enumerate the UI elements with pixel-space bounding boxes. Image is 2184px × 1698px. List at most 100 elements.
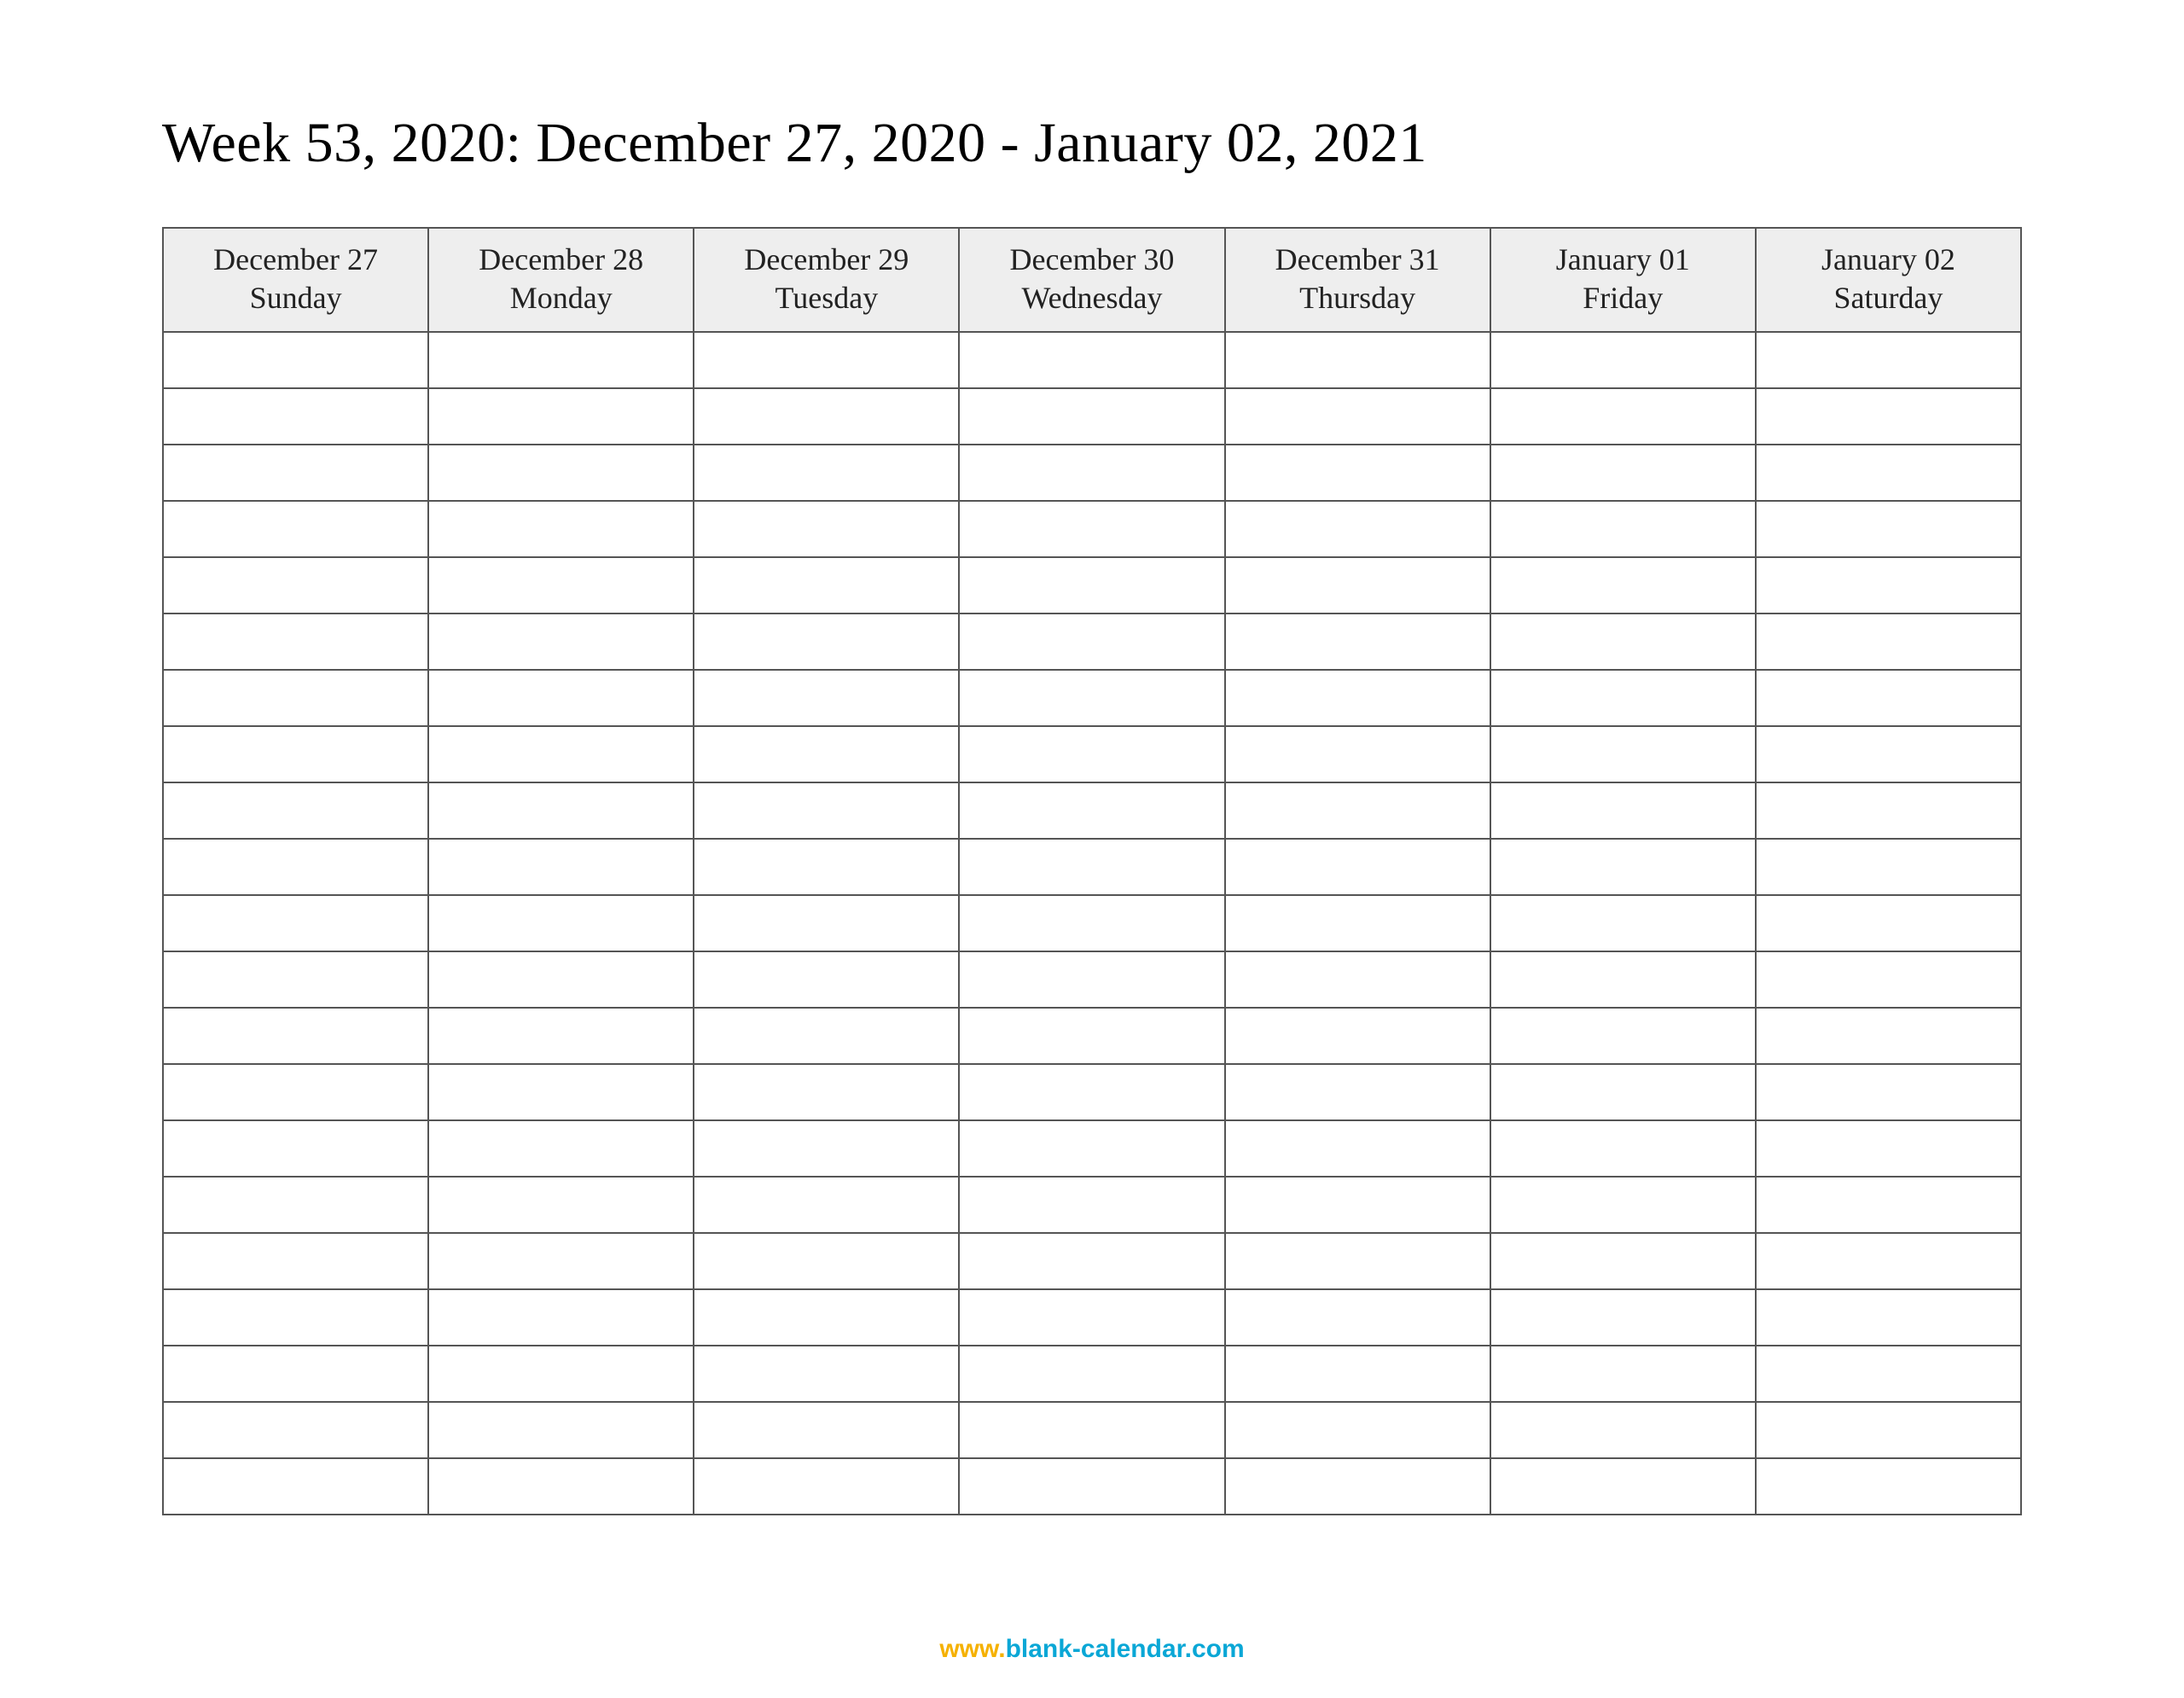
empty-cell xyxy=(1756,782,2021,839)
empty-cell xyxy=(1756,670,2021,726)
empty-cell xyxy=(1490,839,1756,895)
page-title: Week 53, 2020: December 27, 2020 - Janua… xyxy=(162,111,2022,176)
empty-cell xyxy=(694,1064,959,1120)
empty-cell xyxy=(163,388,428,445)
col-header-4: December 31 Thursday xyxy=(1225,228,1490,332)
empty-cell xyxy=(1225,1458,1490,1515)
empty-cell xyxy=(163,839,428,895)
table-row xyxy=(163,501,2021,557)
empty-cell xyxy=(163,1346,428,1402)
table-row xyxy=(163,782,2021,839)
empty-cell xyxy=(1225,501,1490,557)
empty-cell xyxy=(694,951,959,1008)
empty-cell xyxy=(959,1346,1224,1402)
empty-cell xyxy=(163,1120,428,1177)
empty-cell xyxy=(428,1008,694,1064)
empty-cell xyxy=(428,1120,694,1177)
footer-link[interactable]: www.blank-calendar.com xyxy=(162,1635,2022,1664)
empty-cell xyxy=(1756,1289,2021,1346)
empty-cell xyxy=(1225,1289,1490,1346)
empty-cell xyxy=(428,1177,694,1233)
col-header-5: January 01 Friday xyxy=(1490,228,1756,332)
table-row xyxy=(163,895,2021,951)
empty-cell xyxy=(1225,613,1490,670)
empty-cell xyxy=(163,670,428,726)
col-header-date: January 02 xyxy=(1757,241,2020,279)
empty-cell xyxy=(163,1458,428,1515)
empty-cell xyxy=(163,445,428,501)
col-header-date: December 29 xyxy=(694,241,958,279)
empty-cell xyxy=(959,1177,1224,1233)
col-header-1: December 28 Monday xyxy=(428,228,694,332)
empty-cell xyxy=(959,1064,1224,1120)
empty-cell xyxy=(694,782,959,839)
empty-cell xyxy=(163,1233,428,1289)
empty-cell xyxy=(959,332,1224,388)
empty-cell xyxy=(1225,1008,1490,1064)
empty-cell xyxy=(959,501,1224,557)
empty-cell xyxy=(163,895,428,951)
empty-cell xyxy=(694,1177,959,1233)
table-row xyxy=(163,670,2021,726)
empty-cell xyxy=(1490,1120,1756,1177)
empty-cell xyxy=(1756,1402,2021,1458)
empty-cell xyxy=(428,557,694,613)
empty-cell xyxy=(1490,1289,1756,1346)
empty-cell xyxy=(959,388,1224,445)
empty-cell xyxy=(1756,501,2021,557)
table-row xyxy=(163,1233,2021,1289)
empty-cell xyxy=(694,1458,959,1515)
empty-cell xyxy=(1225,388,1490,445)
table-row xyxy=(163,1346,2021,1402)
empty-cell xyxy=(694,1346,959,1402)
empty-cell xyxy=(1490,388,1756,445)
empty-cell xyxy=(1490,1458,1756,1515)
empty-cell xyxy=(163,782,428,839)
empty-cell xyxy=(694,332,959,388)
table-row xyxy=(163,951,2021,1008)
empty-cell xyxy=(694,1402,959,1458)
empty-cell xyxy=(1490,501,1756,557)
col-header-0: December 27 Sunday xyxy=(163,228,428,332)
empty-cell xyxy=(163,951,428,1008)
empty-cell xyxy=(959,782,1224,839)
empty-cell xyxy=(1490,782,1756,839)
col-header-dow: Thursday xyxy=(1226,279,1490,317)
empty-cell xyxy=(1225,726,1490,782)
empty-cell xyxy=(1490,670,1756,726)
table-row xyxy=(163,1402,2021,1458)
col-header-dow: Tuesday xyxy=(694,279,958,317)
empty-cell xyxy=(1756,613,2021,670)
table-row xyxy=(163,1177,2021,1233)
empty-cell xyxy=(694,670,959,726)
empty-cell xyxy=(1490,1064,1756,1120)
empty-cell xyxy=(1756,1177,2021,1233)
empty-cell xyxy=(1756,1008,2021,1064)
empty-cell xyxy=(959,1402,1224,1458)
empty-cell xyxy=(428,445,694,501)
col-header-dow: Wednesday xyxy=(960,279,1223,317)
col-header-date: December 30 xyxy=(960,241,1223,279)
empty-cell xyxy=(428,782,694,839)
empty-cell xyxy=(1490,1008,1756,1064)
empty-cell xyxy=(163,1177,428,1233)
empty-cell xyxy=(1756,557,2021,613)
footer-www: www. xyxy=(939,1635,1005,1663)
col-header-dow: Friday xyxy=(1491,279,1755,317)
empty-cell xyxy=(694,1120,959,1177)
empty-cell xyxy=(428,1289,694,1346)
empty-cell xyxy=(428,726,694,782)
empty-cell xyxy=(959,670,1224,726)
empty-cell xyxy=(1490,445,1756,501)
empty-cell xyxy=(163,501,428,557)
empty-cell xyxy=(1490,1346,1756,1402)
col-header-dow: Monday xyxy=(429,279,693,317)
empty-cell xyxy=(163,1289,428,1346)
empty-cell xyxy=(428,839,694,895)
empty-cell xyxy=(1225,782,1490,839)
empty-cell xyxy=(1756,895,2021,951)
empty-cell xyxy=(959,445,1224,501)
empty-cell xyxy=(1490,726,1756,782)
empty-cell xyxy=(1490,613,1756,670)
empty-cell xyxy=(428,1458,694,1515)
